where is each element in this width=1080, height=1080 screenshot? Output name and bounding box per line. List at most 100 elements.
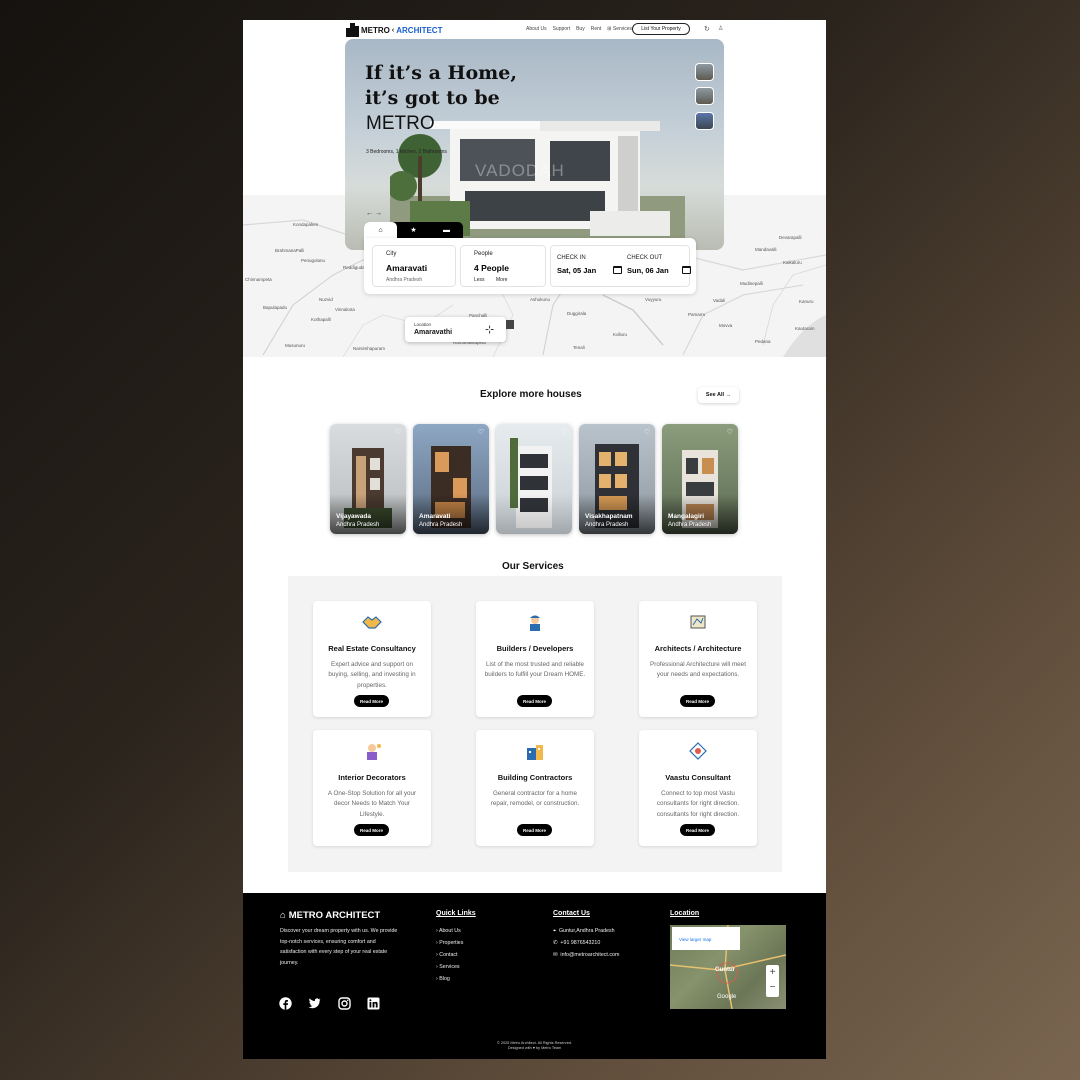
read-more-button[interactable]: Read More (517, 824, 552, 836)
house-card-3[interactable]: ♡ (496, 424, 572, 534)
nav-links: About Us Support Buy Rent ⊞ Services (526, 26, 632, 32)
people-field[interactable]: People 4 People Less More (460, 245, 546, 287)
heart-icon[interactable]: ♡ (644, 428, 650, 436)
map-town: Pedana (755, 339, 771, 344)
refresh-icon[interactable]: ↻ (704, 25, 710, 33)
calendar-icon[interactable] (613, 266, 622, 274)
brand-logo[interactable]: METRO ‹ ARCHITECT (346, 23, 442, 37)
footer-link-properties[interactable]: › Properties (436, 940, 463, 946)
quick-links-heading: Quick Links (436, 910, 476, 917)
hero-brand-word: METRO (366, 113, 435, 134)
hero-thumbnail-1[interactable] (695, 63, 714, 81)
checkout-value: Sun, 06 Jan (627, 266, 669, 275)
map-town: Musunuru (285, 343, 306, 348)
view-larger-map-link[interactable]: View larger map (672, 935, 740, 944)
nav-support[interactable]: Support (553, 26, 571, 32)
contact-phone[interactable]: ✆ +91 9876543210 (553, 940, 600, 946)
tab-home[interactable]: ⌂ (364, 222, 397, 238)
twitter-icon[interactable] (308, 997, 321, 1010)
read-more-button[interactable]: Read More (517, 695, 552, 707)
hero-watermark: VADODAH (475, 161, 565, 180)
search-tabs: ⌂ ★ ▬ (364, 222, 463, 238)
dates-field[interactable]: CHECK IN Sat, 05 Jan CHECK OUT Sun, 06 J… (550, 245, 691, 287)
map-town: Ashokunu (530, 297, 551, 302)
mail-icon: ✉ (553, 952, 558, 958)
tab-chat[interactable]: ▬ (430, 222, 463, 238)
contractor-icon (527, 745, 543, 760)
heart-icon[interactable]: ♡ (478, 428, 484, 436)
service-card-contractors: Building Contractors General contractor … (476, 730, 594, 846)
map-town: Chinnampeta (245, 277, 272, 282)
house-card-4[interactable]: ♡ Visakhapatnam Andhra Pradesh (579, 424, 655, 534)
map-town: Mandavalli (755, 247, 777, 252)
map-zoom-controls[interactable]: + − (766, 965, 779, 997)
facebook-icon[interactable] (279, 997, 292, 1010)
contact-address: ⌖ Guntur,Andhra Pradesh (553, 928, 615, 934)
footer-brand-text: METRO ARCHITECT (288, 910, 381, 921)
house-state: Andhra Pradesh (336, 522, 380, 528)
heart-icon[interactable]: ♡ (561, 428, 567, 436)
star-icon: ★ (410, 227, 417, 234)
instagram-icon[interactable] (338, 997, 351, 1010)
tab-star[interactable]: ★ (397, 222, 430, 238)
read-more-button[interactable]: Read More (354, 824, 389, 836)
decorator-icon (367, 744, 381, 760)
map-town: Kothapalli (311, 317, 331, 322)
city-field[interactable]: City Amaravati Andhra Pradesh (372, 245, 456, 287)
people-more-button[interactable]: More (496, 277, 507, 283)
read-more-button[interactable]: Read More (354, 695, 389, 707)
map-town: Duggirala (567, 311, 587, 316)
map-town: Kautaram (795, 326, 815, 331)
house-card-1[interactable]: ♡ Vijayawada Andhra Pradesh (330, 424, 406, 534)
house-card-5[interactable]: ♡ Mangalagiri Andhra Pradesh (662, 424, 738, 534)
heart-icon[interactable]: ♡ (727, 428, 733, 436)
house-city: Mangalagiri (668, 513, 705, 520)
read-more-button[interactable]: Read More (680, 824, 715, 836)
hero-thumbnail-2[interactable] (695, 87, 714, 105)
heart-icon[interactable]: ♡ (395, 428, 401, 436)
contact-email[interactable]: ✉ info@metroarchitect.com (553, 952, 619, 958)
brand-architect: ARCHITECT (396, 25, 443, 35)
nav-buy[interactable]: Buy (576, 26, 585, 32)
footer-map[interactable]: Guntur View larger map Guntur + − Google (670, 925, 786, 1009)
page: METRO ‹ ARCHITECT About Us Support Buy Re… (243, 20, 826, 1059)
see-all-button[interactable]: See All → (698, 387, 739, 403)
collapse-icon[interactable]: ⊹ (485, 323, 494, 336)
house-card-2[interactable]: ♡ Amaravati Andhra Pradesh (413, 424, 489, 534)
contact-heading: Contact Us (553, 910, 590, 917)
footer-link-about[interactable]: › About Us (436, 928, 461, 934)
house-city: Visakhapatnam (585, 513, 633, 520)
service-card-real-estate: Real Estate Consultancy Expert advice an… (313, 601, 431, 717)
footer-link-blog[interactable]: › Blog (436, 976, 450, 982)
checkout-label: CHECK OUT (627, 255, 663, 261)
service-title: Builders / Developers (496, 644, 574, 653)
read-more-button[interactable]: Read More (680, 695, 715, 707)
checkin-value: Sat, 05 Jan (557, 266, 597, 275)
linkedin-icon[interactable] (367, 997, 380, 1010)
user-icon[interactable]: ♙ (718, 25, 723, 32)
footer-link-services[interactable]: › Services (436, 964, 460, 970)
people-less-button[interactable]: Less (474, 277, 485, 283)
copyright: © 2025 Metro Architect. All Rights Reser… (243, 1041, 826, 1051)
map-town: Narsimhapuram (353, 346, 386, 351)
builder-icon (530, 615, 540, 631)
nav-about-us[interactable]: About Us (526, 26, 547, 32)
checkin-label: CHECK IN (557, 255, 586, 261)
hero-arrows[interactable]: ← → (366, 210, 382, 217)
footer-link-contact[interactable]: › Contact (436, 952, 458, 958)
service-desc: Connect to top most Vastu consultants fo… (656, 790, 740, 818)
map-town: Kondapalem (293, 222, 319, 227)
home-icon: ⌂ (280, 910, 286, 921)
list-property-button[interactable]: List Your Property (632, 23, 690, 35)
building-logo-icon (346, 23, 359, 37)
arrow-left-icon[interactable]: ← (366, 210, 373, 217)
arrow-right-icon[interactable]: → (375, 210, 382, 217)
hero-thumbnail-3[interactable] (695, 112, 714, 130)
calendar-icon[interactable] (682, 266, 691, 274)
map-town: Penugolanu (301, 258, 326, 263)
services-grid-icon: ⊞ (607, 26, 612, 32)
nav-services[interactable]: ⊞ Services (607, 26, 632, 32)
location-pill[interactable]: Location Amaravathi ⊹ (405, 317, 506, 342)
map-town: Mudinepalli (740, 281, 763, 286)
nav-rent[interactable]: Rent (591, 26, 602, 32)
